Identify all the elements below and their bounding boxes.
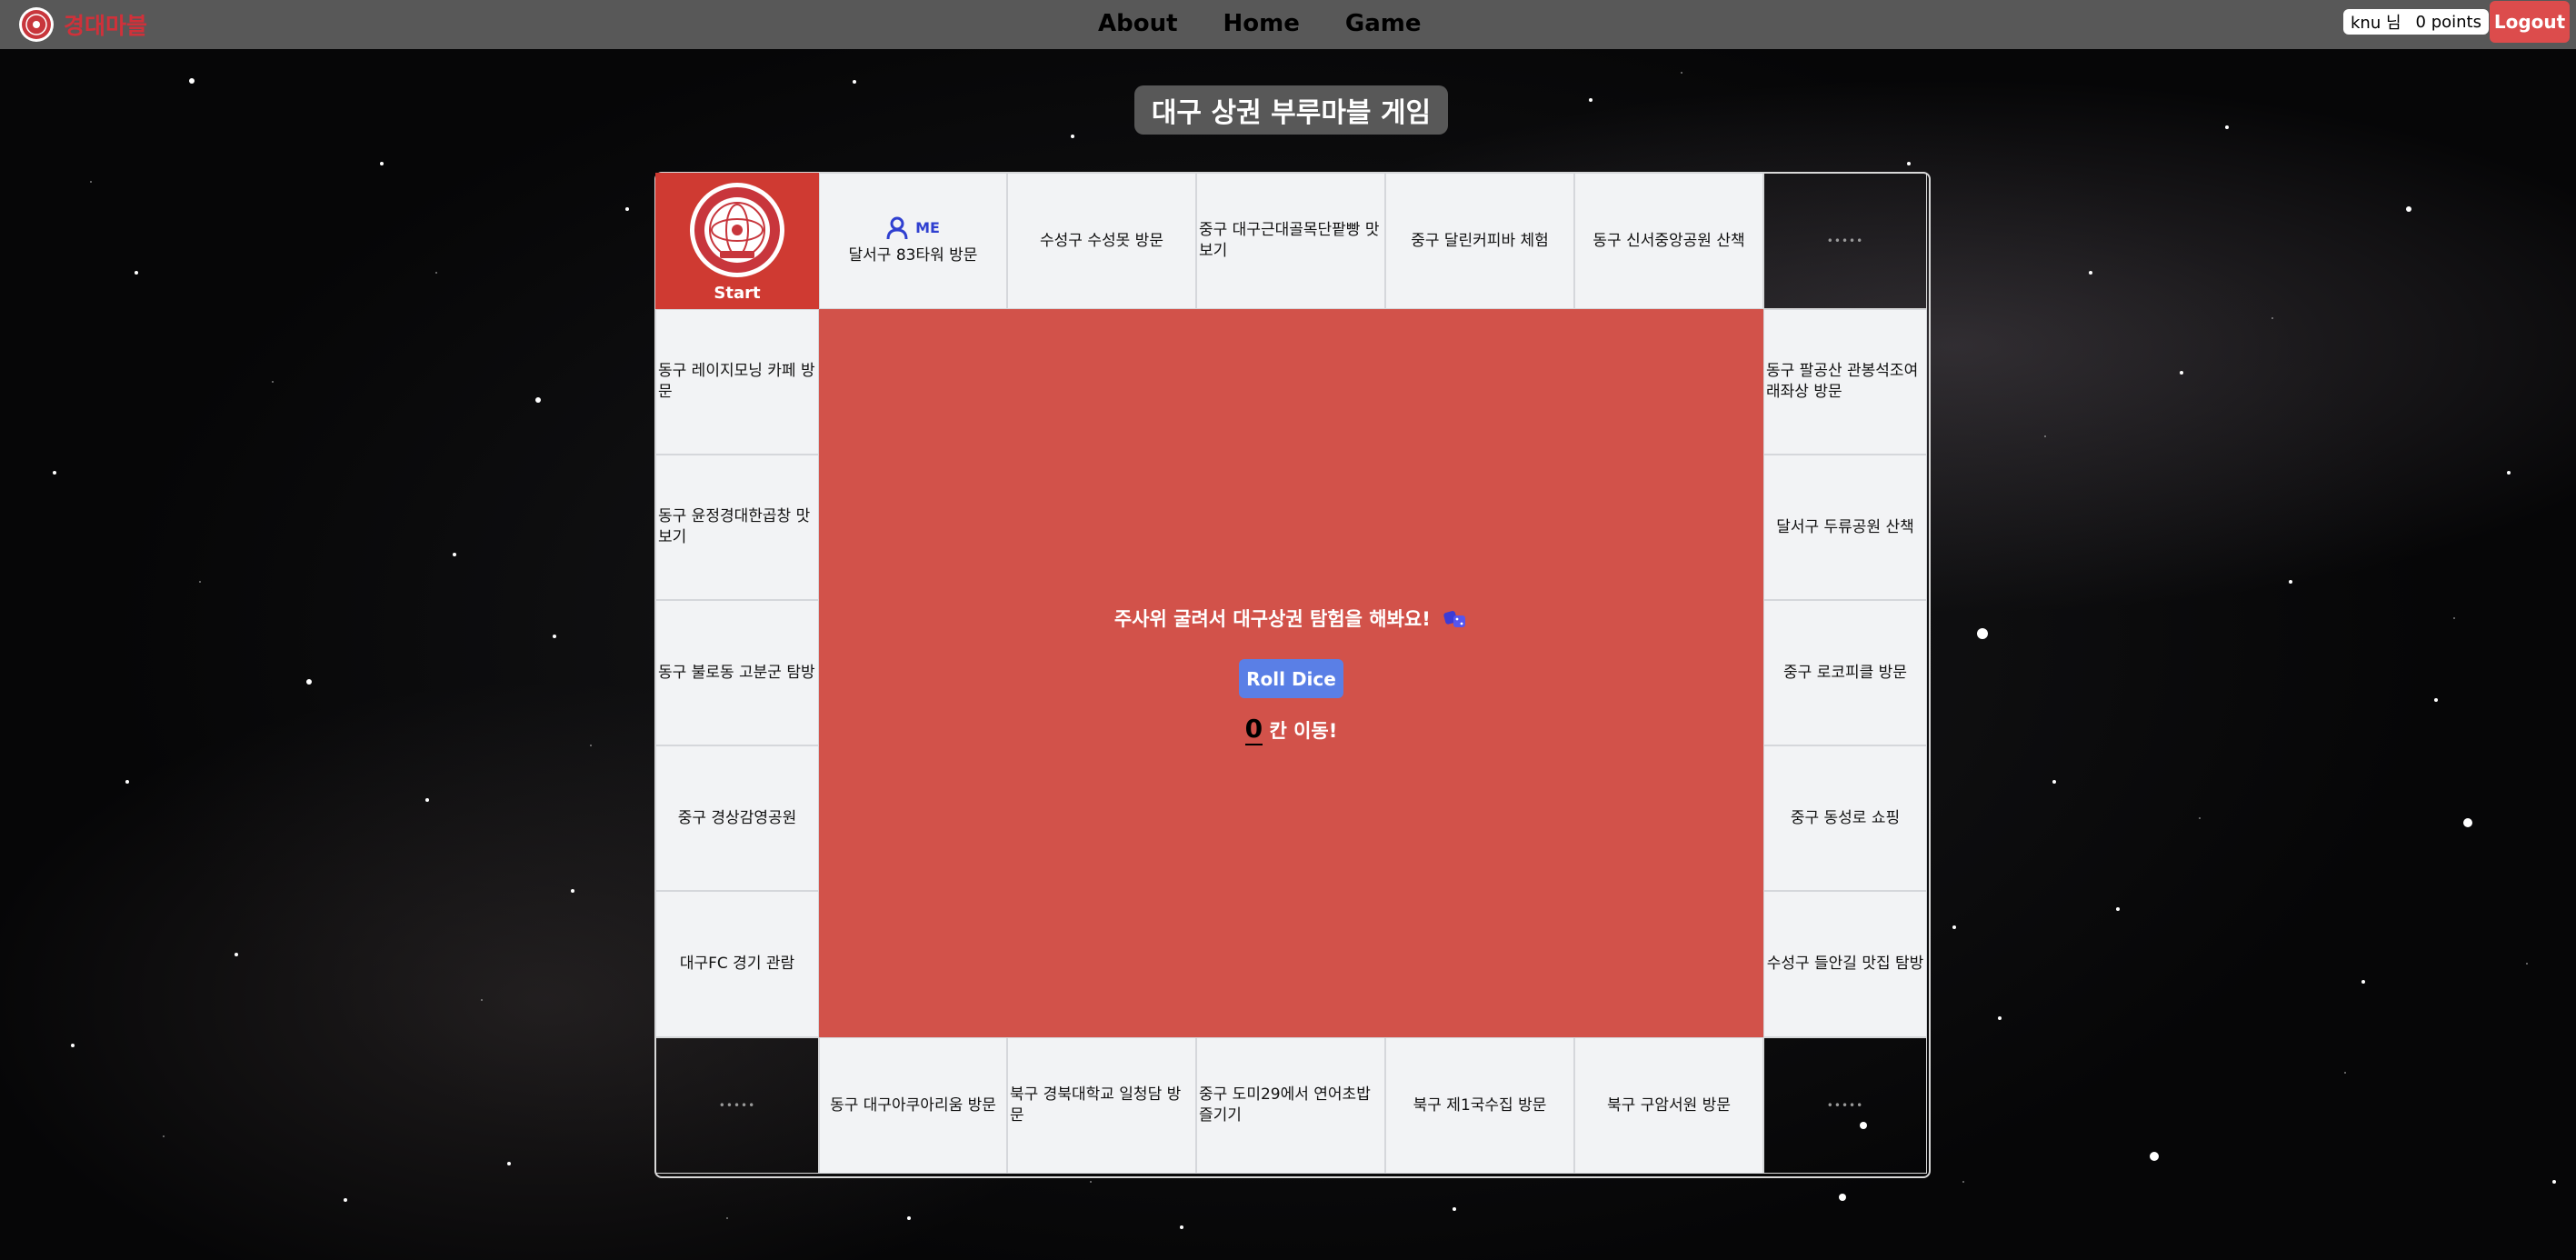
center-message: 주사위 굴려서 대구상권 탐험을 해봐요! [819,605,1763,632]
board-cell-label: 중구 동성로 쇼핑 [1790,808,1901,827]
board-cell-right-4: 중구 동성로 쇼핑 [1763,745,1927,891]
move-result: 0 칸 이동! [819,714,1763,745]
board-cell-label: 달서구 두류공원 산책 [1776,517,1914,536]
board-cell-left-5: 대구FC 경기 관람 [655,891,819,1037]
board-cell-bottom-2: 북구 경북대학교 일청담 방문 [1007,1037,1196,1174]
points-value: 0 points [2415,12,2481,32]
board-cell-bottom-3: 중구 도미29에서 연어초밥 즐기기 [1196,1037,1385,1174]
move-count: 0 [1244,714,1263,745]
board-cell-label: 동구 불로동 고분군 탐방 [658,663,815,682]
board-center-panel: 주사위 굴려서 대구상권 탐험을 해봐요! Roll Dice 0 칸 이동! [819,309,1763,1037]
player-icon [886,216,908,239]
center-message-text: 주사위 굴려서 대구상권 탐험을 해봐요! [1113,608,1431,630]
board-cell-label: 달서구 83타워 방문 [848,245,978,265]
board-cell-left-4: 중구 경상감영공원 [655,745,819,891]
brand-name: 경대마블 [64,13,148,39]
page-title: 대구 상권 부루마블 게임 [1134,85,1448,135]
board-cell-bottom-5: 북구 구암서원 방문 [1574,1037,1763,1174]
roll-dice-button[interactable]: Roll Dice [1239,659,1343,698]
dice-icon [1443,611,1466,627]
board-cell-label: 동구 신서중앙공원 산책 [1593,231,1745,250]
board-cell-label: 북구 구암서원 방문 [1607,1095,1731,1115]
corner-dots: ••••• [718,1099,756,1112]
board-cell-top-1: ME 달서구 83타워 방문 [819,173,1007,309]
player-marker-label: ME [915,218,940,236]
board-cell-label: 중구 로코피클 방문 [1783,663,1907,682]
board-cell-label: 중구 대구근대골목단팥빵 맛보기 [1199,221,1380,260]
board-cell-top-2: 수성구 수성못 방문 [1007,173,1196,309]
board-cell-top-3: 중구 대구근대골목단팥빵 맛보기 [1196,173,1385,309]
board-cell-right-1: 동구 팔공산 관봉석조여래좌상 방문 [1763,309,1927,455]
board-cell-right-5: 수성구 들안길 맛집 탐방 [1763,891,1927,1037]
board-corner-bottom-right: ••••• [1763,1037,1927,1174]
move-suffix: 칸 이동! [1269,720,1338,742]
board-corner-bottom-left: ••••• [655,1037,819,1174]
university-seal-icon [690,182,784,277]
board-cell-label: 북구 제1국수집 방문 [1413,1095,1547,1115]
board-cell-left-2: 동구 윤정경대한곱창 맛보기 [655,455,819,600]
nav-link-about[interactable]: About [1098,5,1178,42]
start-cell: Start [655,173,819,309]
university-seal-icon [19,7,54,42]
player-marker: ME [886,216,940,240]
logout-button[interactable]: Logout [2490,1,2570,43]
board-cell-label: 대구FC 경기 관람 [679,955,795,974]
board-cell-label: 동구 대구아쿠아리움 방문 [830,1095,996,1115]
top-navbar: 경대마블 About Home Game knu 님 0 points Logo… [0,0,2576,49]
board-cell-label: 북구 경북대학교 일청담 방문 [1010,1085,1182,1125]
board-cell-bottom-1: 동구 대구아쿠아리움 방문 [819,1037,1007,1174]
board-cell-left-3: 동구 불로동 고분군 탐방 [655,600,819,745]
board-cell-label: 수성구 들안길 맛집 탐방 [1766,955,1924,974]
board-cell-label: 중구 경상감영공원 [677,808,797,827]
board-cell-top-5: 동구 신서중앙공원 산책 [1574,173,1763,309]
board-cell-label: 동구 윤정경대한곱창 맛보기 [658,507,811,546]
board-cell-top-4: 중구 달린커피바 체험 [1385,173,1574,309]
corner-dots: ••••• [1826,235,1864,247]
board-cell-label: 동구 팔공산 관봉석조여래좌상 방문 [1766,362,1919,401]
board-cell-label: 중구 달린커피바 체험 [1411,231,1549,250]
user-name: knu 님 [2351,14,2401,33]
corner-dots: ••••• [1826,1099,1864,1112]
board-cell-label: 수성구 수성못 방문 [1040,231,1163,250]
nav-link-home[interactable]: Home [1223,5,1300,42]
nav-link-game[interactable]: Game [1345,5,1422,42]
board-corner-top-right: ••••• [1763,173,1927,309]
board-cell-right-3: 중구 로코피클 방문 [1763,600,1927,745]
board-cell-label: 동구 레이지모닝 카페 방문 [658,362,815,401]
user-points-badge: knu 님 0 points [2343,9,2489,35]
board-cell-bottom-4: 북구 제1국수집 방문 [1385,1037,1574,1174]
board-cell-label: 중구 도미29에서 연어초밥 즐기기 [1199,1085,1371,1125]
nav-links: About Home Game [1098,5,1422,42]
board-cell-right-2: 달서구 두류공원 산책 [1763,455,1927,600]
start-label: Start [714,283,761,303]
board-cell-left-1: 동구 레이지모닝 카페 방문 [655,309,819,455]
brand-link[interactable]: 경대마블 [18,5,147,45]
